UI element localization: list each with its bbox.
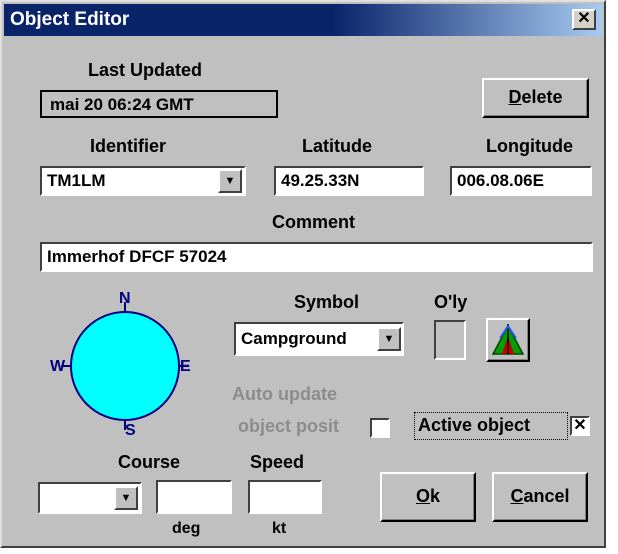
active-object-checkbox[interactable]: ✕ — [570, 416, 590, 436]
latitude-label: Latitude — [302, 136, 372, 156]
auto-update-label-line1: Auto update — [232, 384, 337, 404]
longitude-value: 006.08.06E — [457, 171, 544, 190]
identifier-dropdown-button[interactable]: ▼ — [218, 169, 242, 193]
speed-input[interactable] — [248, 480, 322, 514]
latitude-value: 49.25.33N — [281, 171, 360, 190]
comment-input[interactable]: Immerhof DFCF 57024 — [40, 242, 593, 272]
identifier-combobox[interactable]: TM1LM — [40, 166, 246, 196]
ok-button[interactable]: Ok — [380, 472, 476, 522]
compass-circle[interactable] — [70, 311, 180, 421]
comment-value: Immerhof DFCF 57024 — [47, 247, 227, 266]
object-editor-window: Object Editor ✕ Last Updated mai 20 06:2… — [0, 0, 606, 548]
identifier-label: Identifier — [90, 136, 167, 156]
compass-east-label: E — [180, 358, 191, 375]
course-degrees-input[interactable] — [156, 480, 232, 514]
course-unit-label: deg — [172, 520, 201, 537]
symbol-icon-button[interactable] — [486, 318, 530, 362]
chevron-down-icon: ▼ — [224, 175, 236, 187]
compass-north-label: N — [119, 290, 131, 307]
delete-button-label: elete — [521, 87, 563, 107]
auto-update-label-line2: object posit — [238, 416, 340, 436]
symbol-dropdown-button[interactable]: ▼ — [377, 327, 401, 351]
window-title: Object Editor — [10, 9, 130, 30]
comment-label: Comment — [272, 212, 356, 232]
active-object-label[interactable]: Active object — [418, 415, 530, 436]
close-icon: ✕ — [577, 10, 591, 27]
last-updated-text: mai 20 06:24 GMT — [50, 95, 194, 114]
delete-button-mnemonic: D — [508, 87, 522, 107]
chevron-down-icon: ▼ — [120, 492, 132, 504]
longitude-label: Longitude — [486, 136, 573, 156]
delete-button[interactable]: Delete — [482, 78, 589, 118]
speed-unit-label: kt — [272, 520, 287, 537]
ok-button-mnemonic: O — [415, 486, 430, 506]
compass-south-label: S — [125, 422, 136, 439]
cancel-button-mnemonic: C — [510, 486, 524, 506]
check-mark-icon: ✕ — [573, 417, 587, 434]
chevron-down-icon: ▼ — [383, 333, 395, 345]
title-bar[interactable]: Object Editor ✕ — [4, 4, 602, 36]
last-updated-value: mai 20 06:24 GMT — [40, 90, 278, 118]
symbol-label: Symbol — [294, 292, 360, 312]
latitude-input[interactable]: 49.25.33N — [274, 166, 424, 196]
cancel-button[interactable]: Cancel — [492, 472, 588, 522]
ok-button-label: k — [430, 486, 441, 506]
identifier-value: TM1LM — [47, 171, 106, 190]
symbol-value: Campground — [241, 329, 347, 348]
speed-label: Speed — [250, 452, 305, 472]
tent-icon — [491, 324, 525, 355]
longitude-input[interactable]: 006.08.06E — [450, 166, 592, 196]
course-label: Course — [118, 452, 181, 472]
auto-update-checkbox[interactable] — [370, 418, 390, 438]
close-button[interactable]: ✕ — [572, 9, 596, 30]
compass-west-label: W — [50, 358, 66, 375]
course-dropdown-button[interactable]: ▼ — [114, 486, 138, 510]
cancel-button-label: ancel — [523, 486, 570, 506]
overlay-input[interactable] — [434, 320, 466, 360]
compass-widget[interactable] — [48, 288, 198, 448]
last-updated-label: Last Updated — [88, 60, 203, 80]
overlay-label: O'ly — [434, 292, 468, 312]
